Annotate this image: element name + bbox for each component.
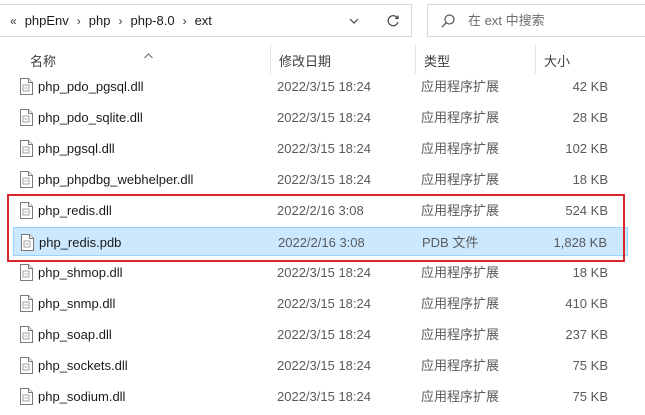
file-row[interactable]: php_redis.dll 2022/2/16 3:08 应用程序扩展 524 KB <box>13 196 628 225</box>
file-row[interactable]: php_pdo_sqlite.dll 2022/3/15 18:24 应用程序扩展 2… <box>13 103 628 132</box>
file-date: 2022/3/15 18:24 <box>277 389 371 404</box>
column-header-date[interactable]: 修改日期 <box>270 44 415 74</box>
file-size: 75 KB <box>572 389 608 404</box>
breadcrumb-separator[interactable]: › <box>118 14 122 28</box>
file-name: php_soap.dll <box>38 327 112 342</box>
file-date: 2022/3/15 18:24 <box>277 141 371 156</box>
file-row[interactable]: php_soap.dll 2022/3/15 18:24 应用程序扩展 237 KB <box>13 320 628 349</box>
file-row[interactable]: php_sodium.dll 2022/3/15 18:24 应用程序扩展 75 KB <box>13 382 628 411</box>
file-date: 2022/3/15 18:24 <box>277 265 371 280</box>
file-row[interactable]: php_pdo_pgsql.dll 2022/3/15 18:24 应用程序扩展 42… <box>13 72 628 101</box>
search-box[interactable]: 在 ext 中搜索 <box>427 4 645 37</box>
file-type: PDB 文件 <box>422 235 479 250</box>
file-name: php_phpdbg_webhelper.dll <box>38 172 194 187</box>
file-row[interactable]: php_shmop.dll 2022/3/15 18:24 应用程序扩展 18 KB <box>13 258 628 287</box>
file-type: 应用程序扩展 <box>421 389 500 404</box>
file-type: 应用程序扩展 <box>421 296 500 311</box>
column-header-row: 名称 修改日期 类型 大小 <box>0 44 645 74</box>
column-header-type[interactable]: 类型 <box>415 44 535 74</box>
file-row[interactable]: php_snmp.dll 2022/3/15 18:24 应用程序扩展 410 KB <box>13 289 628 318</box>
file-icon <box>20 357 33 374</box>
file-row[interactable]: php_sockets.dll 2022/3/15 18:24 应用程序扩展 75 K… <box>13 351 628 380</box>
file-date: 2022/2/16 3:08 <box>277 203 364 218</box>
file-type: 应用程序扩展 <box>421 141 500 156</box>
file-name: php_redis.dll <box>38 203 112 218</box>
file-size: 28 KB <box>572 110 608 125</box>
file-type: 应用程序扩展 <box>421 203 500 218</box>
file-type: 应用程序扩展 <box>421 327 500 342</box>
file-size: 42 KB <box>572 79 608 94</box>
file-icon <box>20 109 33 126</box>
file-icon <box>20 78 33 95</box>
file-type: 应用程序扩展 <box>421 79 500 94</box>
breadcrumb: « phpEnv › php › php-8.0 › ext <box>10 5 212 36</box>
search-input[interactable]: 在 ext 中搜索 <box>468 5 545 36</box>
breadcrumb-ext[interactable]: ext <box>195 13 212 28</box>
breadcrumb-overflow[interactable]: « <box>10 14 17 28</box>
file-icon <box>20 140 33 157</box>
file-date: 2022/3/15 18:24 <box>277 172 371 187</box>
file-name: php_sodium.dll <box>38 389 126 404</box>
file-size: 18 KB <box>572 172 608 187</box>
file-icon <box>20 264 33 281</box>
column-header-size[interactable]: 大小 <box>535 44 645 74</box>
address-bar[interactable]: « phpEnv › php › php-8.0 › ext <box>0 4 412 37</box>
file-date: 2022/2/16 3:08 <box>278 235 365 250</box>
refresh-icon[interactable] <box>381 10 405 32</box>
file-size: 524 KB <box>565 203 608 218</box>
file-size: 1,828 KB <box>553 235 608 250</box>
file-name: php_redis.pdb <box>39 235 122 250</box>
file-name: php_sockets.dll <box>38 358 128 373</box>
file-type: 应用程序扩展 <box>421 265 500 280</box>
file-size: 410 KB <box>565 296 608 311</box>
file-icon <box>21 234 34 251</box>
file-icon <box>20 171 33 188</box>
file-type: 应用程序扩展 <box>421 110 500 125</box>
breadcrumb-phpenv[interactable]: phpEnv <box>25 13 69 28</box>
breadcrumb-php-8-0[interactable]: php-8.0 <box>130 13 174 28</box>
file-icon <box>20 202 33 219</box>
file-date: 2022/3/15 18:24 <box>277 327 371 342</box>
breadcrumb-separator[interactable]: › <box>77 14 81 28</box>
file-date: 2022/3/15 18:24 <box>277 79 371 94</box>
file-icon <box>20 295 33 312</box>
file-row[interactable]: php_redis.pdb 2022/2/16 3:08 PDB 文件 1,828 K… <box>13 227 628 256</box>
breadcrumb-separator[interactable]: › <box>183 14 187 28</box>
file-size: 18 KB <box>572 265 608 280</box>
search-icon <box>440 13 456 29</box>
column-header-name[interactable]: 名称 <box>22 44 270 74</box>
file-type: 应用程序扩展 <box>421 172 500 187</box>
file-name: php_pgsql.dll <box>38 141 115 156</box>
navigation-bar: « phpEnv › php › php-8.0 › ext 在 ext 中搜索 <box>0 0 645 42</box>
file-size: 237 KB <box>565 327 608 342</box>
file-name: php_shmop.dll <box>38 265 123 280</box>
file-name: php_pdo_sqlite.dll <box>38 110 143 125</box>
file-date: 2022/3/15 18:24 <box>277 296 371 311</box>
file-size: 102 KB <box>565 141 608 156</box>
file-size: 75 KB <box>572 358 608 373</box>
file-name: php_pdo_pgsql.dll <box>38 79 144 94</box>
file-type: 应用程序扩展 <box>421 358 500 373</box>
file-icon <box>20 388 33 405</box>
breadcrumb-php[interactable]: php <box>89 13 111 28</box>
file-row[interactable]: php_phpdbg_webhelper.dll 2022/3/15 18:24 应… <box>13 165 628 194</box>
chevron-down-icon[interactable] <box>343 10 365 32</box>
file-row[interactable]: php_pgsql.dll 2022/3/15 18:24 应用程序扩展 102 KB <box>13 134 628 163</box>
file-name: php_snmp.dll <box>38 296 116 311</box>
file-date: 2022/3/15 18:24 <box>277 358 371 373</box>
file-icon <box>20 326 33 343</box>
file-date: 2022/3/15 18:24 <box>277 110 371 125</box>
